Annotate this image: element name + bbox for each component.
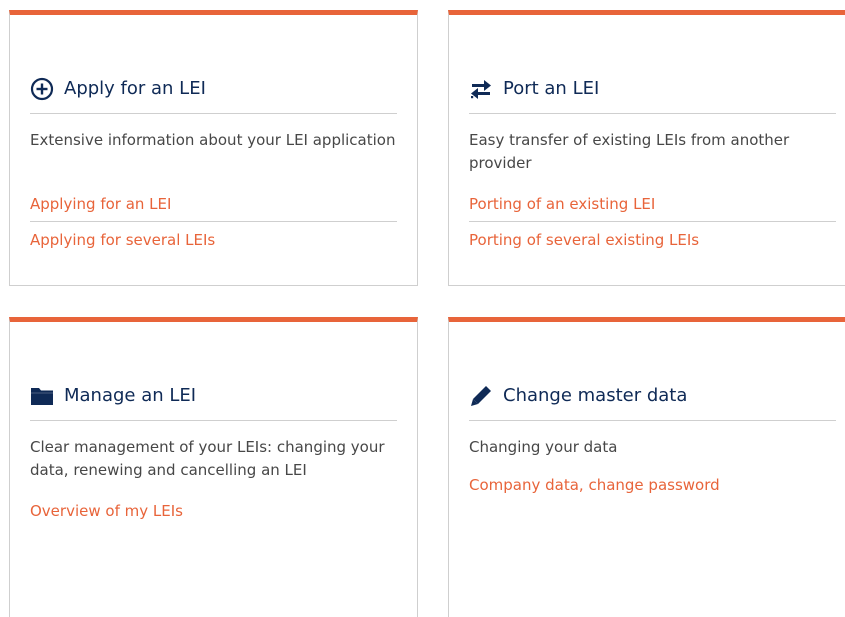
card-links: Overview of my LEIs: [30, 498, 397, 528]
card-links: Company data, change password: [469, 472, 836, 502]
card-description: Changing your data: [469, 438, 618, 456]
card-header: Apply for an LEI: [30, 75, 397, 114]
link-overview-my-leis[interactable]: Overview of my LEIs: [30, 498, 397, 528]
plus-circle-icon: [30, 77, 54, 101]
link-applying-for-lei[interactable]: Applying for an LEI: [30, 191, 397, 221]
link-porting-several-leis[interactable]: Porting of several existing LEIs: [469, 221, 836, 257]
card-description: Extensive information about your LEI app…: [30, 131, 396, 149]
link-applying-for-several-leis[interactable]: Applying for several LEIs: [30, 221, 397, 257]
card-links: Applying for an LEI Applying for several…: [30, 191, 397, 257]
link-porting-existing-lei[interactable]: Porting of an existing LEI: [469, 191, 836, 221]
card-description: Easy transfer of existing LEIs from anot…: [469, 131, 790, 172]
card-apply-for-lei: Apply for an LEI Extensive information a…: [9, 10, 418, 286]
card-header: Change master data: [469, 382, 836, 421]
card-description: Clear management of your LEIs: changing …: [30, 438, 385, 479]
card-title: Change master data: [503, 385, 688, 406]
transfer-arrows-icon: [469, 77, 493, 101]
card-title: Port an LEI: [503, 78, 600, 99]
card-manage-lei: Manage an LEI Clear management of your L…: [9, 317, 418, 617]
card-header: Port an LEI: [469, 75, 836, 114]
card-header: Manage an LEI: [30, 382, 397, 421]
card-port-lei: Port an LEI Easy transfer of existing LE…: [448, 10, 845, 286]
card-title: Apply for an LEI: [64, 78, 206, 99]
card-links: Porting of an existing LEI Porting of se…: [469, 191, 836, 257]
card-change-master-data: Change master data Changing your data Co…: [448, 317, 845, 617]
folder-icon: [30, 384, 54, 408]
card-title: Manage an LEI: [64, 385, 197, 406]
link-company-data-change-password[interactable]: Company data, change password: [469, 472, 836, 502]
pencil-icon: [469, 384, 493, 408]
